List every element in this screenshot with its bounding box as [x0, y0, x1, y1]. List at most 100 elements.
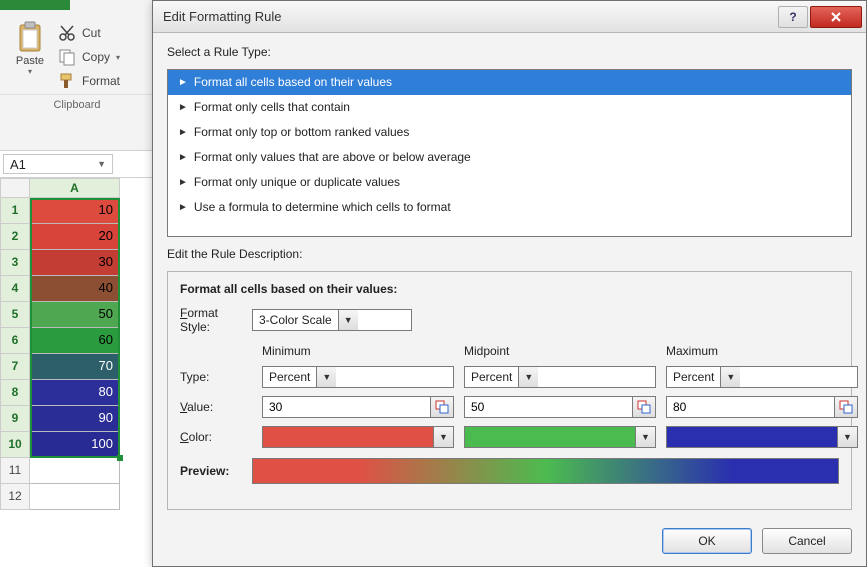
- min-color-combo[interactable]: ▼: [262, 426, 454, 448]
- cell[interactable]: 90: [30, 406, 120, 432]
- color-label: Color:: [180, 430, 244, 444]
- cell[interactable]: 50: [30, 302, 120, 328]
- row-header[interactable]: 7: [0, 354, 30, 380]
- mid-value-input[interactable]: [464, 396, 632, 418]
- chevron-down-icon: ▼: [97, 159, 106, 169]
- copy-label: Copy: [82, 50, 110, 64]
- max-type-combo[interactable]: Percent▼: [666, 366, 858, 388]
- rule-type-item[interactable]: ► Use a formula to determine which cells …: [168, 195, 851, 220]
- cell[interactable]: 10: [30, 198, 120, 224]
- paste-icon: [16, 21, 44, 53]
- worksheet-grid[interactable]: A 110220330440550660770880990101001112: [0, 178, 155, 510]
- cut-button[interactable]: Cut: [58, 24, 120, 42]
- rule-type-text: Format all cells based on their values: [194, 75, 392, 89]
- cut-label: Cut: [82, 26, 101, 40]
- help-button[interactable]: ?: [778, 6, 808, 28]
- format-painter-label: Format: [82, 74, 120, 88]
- name-box[interactable]: A1 ▼: [3, 154, 113, 174]
- row-header[interactable]: 12: [0, 484, 30, 510]
- formula-bar: A1 ▼: [0, 150, 155, 178]
- row-header[interactable]: 3: [0, 250, 30, 276]
- bullet-icon: ►: [178, 77, 188, 88]
- close-icon: [829, 10, 843, 24]
- ribbon-clipboard-group: Paste ▾ Cut Copy ▾: [0, 0, 155, 150]
- chevron-down-icon: ▼: [338, 310, 358, 330]
- chevron-down-icon: ▼: [720, 367, 740, 387]
- row-header[interactable]: 6: [0, 328, 30, 354]
- min-value-input-group: [262, 396, 454, 418]
- copy-button[interactable]: Copy ▾: [58, 48, 120, 66]
- paste-button[interactable]: Paste ▾: [6, 18, 54, 90]
- cell[interactable]: 60: [30, 328, 120, 354]
- row-header[interactable]: 10: [0, 432, 30, 458]
- preview-gradient: [252, 458, 839, 484]
- cell[interactable]: 100: [30, 432, 120, 458]
- rule-type-list[interactable]: ►Format all cells based on their values►…: [167, 69, 852, 237]
- paintbrush-icon: [58, 72, 76, 90]
- cell[interactable]: 40: [30, 276, 120, 302]
- format-painter-button[interactable]: Format: [58, 72, 120, 90]
- rule-type-item[interactable]: ► Format only cells that contain: [168, 95, 851, 120]
- row-header[interactable]: 11: [0, 458, 30, 484]
- column-header-a[interactable]: A: [30, 178, 120, 198]
- edit-rule-description-label: Edit the Rule Description:: [167, 247, 852, 261]
- cell[interactable]: 30: [30, 250, 120, 276]
- edit-formatting-rule-dialog: Edit Formatting Rule ? Select a Rule Typ…: [152, 0, 867, 567]
- ref-picker-icon: [637, 400, 651, 414]
- bullet-icon: ►: [178, 202, 188, 213]
- select-rule-type-label: Select a Rule Type:: [167, 45, 852, 59]
- max-value-input-group: [666, 396, 858, 418]
- mid-type-combo[interactable]: Percent▼: [464, 366, 656, 388]
- help-icon: ?: [789, 10, 796, 24]
- mid-color-combo[interactable]: ▼: [464, 426, 656, 448]
- cell[interactable]: 80: [30, 380, 120, 406]
- mid-ref-picker-button[interactable]: [632, 396, 656, 418]
- bullet-icon: ►: [178, 177, 188, 188]
- value-label: Value:: [180, 400, 244, 414]
- min-ref-picker-button[interactable]: [430, 396, 454, 418]
- rule-type-text: Format only unique or duplicate values: [194, 175, 400, 189]
- rule-type-item[interactable]: ► Format all cells based on their values: [168, 70, 851, 95]
- chevron-down-icon: ▼: [837, 427, 857, 447]
- max-color-combo[interactable]: ▼: [666, 426, 858, 448]
- cell[interactable]: 20: [30, 224, 120, 250]
- rule-type-item[interactable]: ► Format only unique or duplicate values: [168, 170, 851, 195]
- rule-type-item[interactable]: ► Format only top or bottom ranked values: [168, 120, 851, 145]
- cell[interactable]: [30, 484, 120, 510]
- format-style-combo[interactable]: 3-Color Scale ▼: [252, 309, 412, 331]
- mid-value-input-group: [464, 396, 656, 418]
- rule-description-title: Format all cells based on their values:: [180, 282, 839, 296]
- row-header[interactable]: 8: [0, 380, 30, 406]
- bullet-icon: ►: [178, 127, 188, 138]
- ok-button[interactable]: OK: [662, 528, 752, 554]
- rule-type-text: Format only top or bottom ranked values: [194, 125, 409, 139]
- min-type-combo[interactable]: Percent▼: [262, 366, 454, 388]
- ref-picker-icon: [435, 400, 449, 414]
- chevron-down-icon: ▼: [518, 367, 538, 387]
- minimum-column-header: Minimum: [262, 344, 454, 358]
- rule-type-text: Use a formula to determine which cells t…: [194, 200, 451, 214]
- maximum-column-header: Maximum: [666, 344, 858, 358]
- cell[interactable]: [30, 458, 120, 484]
- copy-icon: [58, 48, 76, 66]
- dialog-title: Edit Formatting Rule: [163, 9, 776, 24]
- row-header[interactable]: 5: [0, 302, 30, 328]
- row-header[interactable]: 9: [0, 406, 30, 432]
- min-value-input[interactable]: [262, 396, 430, 418]
- max-ref-picker-button[interactable]: [834, 396, 858, 418]
- dialog-titlebar[interactable]: Edit Formatting Rule ?: [153, 1, 866, 33]
- preview-label: Preview:: [180, 464, 244, 478]
- bullet-icon: ►: [178, 102, 188, 113]
- row-header[interactable]: 4: [0, 276, 30, 302]
- mid-color-swatch: [465, 427, 635, 447]
- cancel-button[interactable]: Cancel: [762, 528, 852, 554]
- close-button[interactable]: [810, 6, 862, 28]
- row-header[interactable]: 2: [0, 224, 30, 250]
- select-all-corner[interactable]: [0, 178, 30, 198]
- cell[interactable]: 70: [30, 354, 120, 380]
- max-value-input[interactable]: [666, 396, 834, 418]
- rule-description-panel: Format all cells based on their values: …: [167, 271, 852, 510]
- rule-type-item[interactable]: ►Format only values that are above or be…: [168, 145, 851, 170]
- row-header[interactable]: 1: [0, 198, 30, 224]
- rule-type-text: Format only cells that contain: [194, 100, 350, 114]
